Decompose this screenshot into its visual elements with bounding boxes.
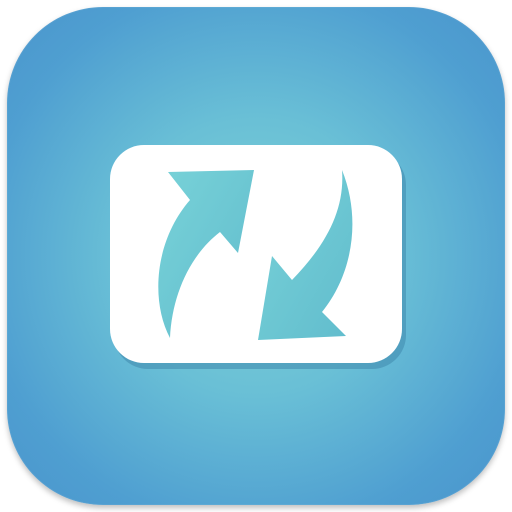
sync-arrows-icon (110, 145, 406, 369)
card (110, 145, 402, 363)
